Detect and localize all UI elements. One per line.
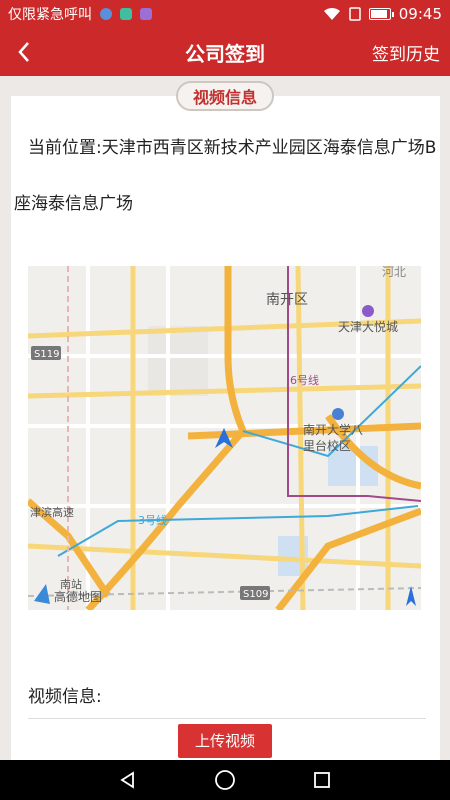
system-nav-bar: [0, 760, 450, 800]
campus-icon: [332, 408, 344, 420]
upload-video-button[interactable]: 上传视频: [178, 724, 272, 758]
map-label-mall: 天津大悦城: [338, 320, 398, 334]
map-view[interactable]: 南开区 河北 天津大悦城 南开大学八 里台校区 3号线 6号线 S119 S10…: [28, 266, 421, 610]
map-label-metro6: 6号线: [290, 373, 319, 387]
map-label-station: 南站: [60, 577, 82, 591]
header-bar: 公司签到 签到历史: [0, 28, 450, 76]
sim-icon: [349, 7, 361, 21]
carrier-text: 仅限紧急呼叫: [8, 7, 92, 23]
wifi-icon: [323, 7, 340, 20]
checkin-history-button[interactable]: 签到历史: [372, 40, 440, 65]
map-label-campus-1: 南开大学八: [303, 422, 363, 437]
mall-icon: [362, 305, 374, 317]
status-right: 09:45: [323, 5, 442, 23]
location-label: 当前位置:: [28, 138, 102, 158]
notification-icon: [100, 8, 112, 20]
nav-recents-icon[interactable]: [312, 770, 332, 790]
nav-home-icon[interactable]: [214, 769, 236, 791]
battery-icon: [368, 8, 394, 20]
status-bar: 仅限紧急呼叫 09:45: [0, 0, 450, 28]
map-label-metro3: 3号线: [138, 513, 167, 527]
gallery-notification-icon: [140, 8, 152, 20]
map-label-top: 河北: [382, 266, 406, 279]
location-text: 当前位置:天津市西青区新技术产业园区海泰信息广场B座海泰信息广场: [14, 120, 438, 232]
video-info-label: 视频信息:: [28, 687, 102, 707]
divider: [28, 718, 426, 719]
back-button[interactable]: [0, 41, 48, 63]
map-label-left: 津滨高速: [30, 505, 74, 519]
section-tag: 视频信息: [176, 81, 274, 111]
map-label-district: 南开区: [266, 292, 308, 308]
map-logo-text: 高德地图: [54, 589, 102, 604]
map-label-s119: S119: [34, 349, 59, 360]
map-label-campus-2: 里台校区: [303, 438, 351, 453]
map-label-s109: S109: [243, 589, 268, 600]
status-time: 09:45: [398, 5, 442, 23]
chevron-left-icon: [18, 42, 29, 62]
app-notification-icon: [120, 8, 132, 20]
nav-back-icon[interactable]: [118, 770, 138, 790]
map-canvas: 南开区 河北 天津大悦城 南开大学八 里台校区 3号线 6号线 S119 S10…: [28, 266, 421, 610]
